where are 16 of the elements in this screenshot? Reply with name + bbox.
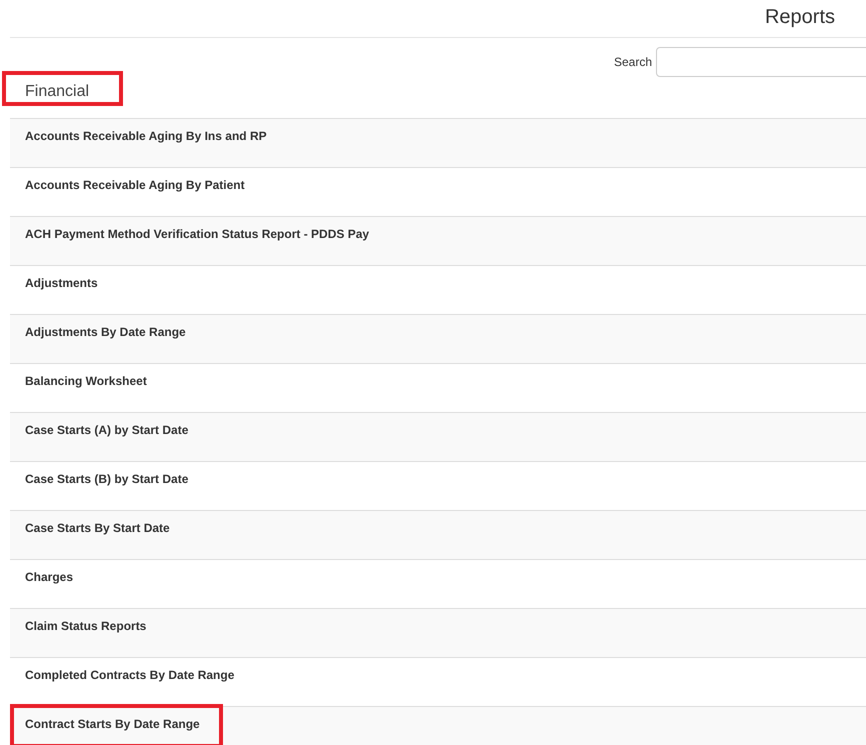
report-link[interactable]: Claim Status Reports (25, 619, 146, 633)
report-link[interactable]: Completed Contracts By Date Range (25, 668, 234, 682)
report-link[interactable]: Case Starts (A) by Start Date (25, 423, 188, 437)
section-title: Financial (25, 82, 90, 102)
report-link[interactable]: Accounts Receivable Aging By Ins and RP (25, 129, 267, 143)
report-link[interactable]: Accounts Receivable Aging By Patient (25, 178, 245, 192)
report-link[interactable]: ACH Payment Method Verification Status Report - PDDS Pay (25, 227, 370, 241)
report-link[interactable]: Contract Starts By Date Range (25, 717, 200, 731)
report-link[interactable]: Balancing Worksheet (25, 374, 147, 388)
search-label: Search (614, 55, 652, 69)
page-title: Reports (764, 5, 835, 29)
report-link[interactable]: Adjustments (25, 276, 98, 290)
report-link[interactable]: Case Starts By Start Date (25, 521, 170, 535)
report-link[interactable]: Charges (25, 570, 74, 584)
report-link[interactable]: Adjustments By Date Range (25, 325, 186, 339)
report-link[interactable]: Case Starts (B) by Start Date (25, 472, 188, 486)
